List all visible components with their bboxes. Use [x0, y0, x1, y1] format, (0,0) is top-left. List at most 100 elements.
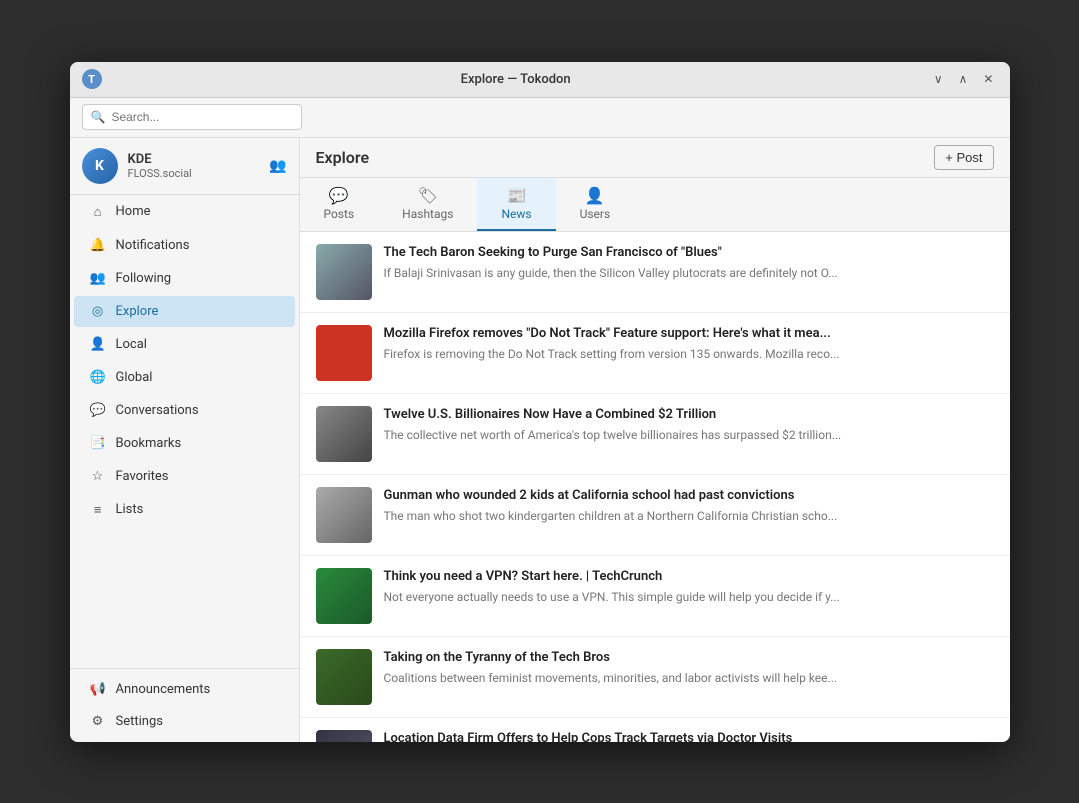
news-item[interactable]: Think you need a VPN? Start here. | Tech…: [300, 556, 1010, 637]
news-thumb: [316, 487, 372, 543]
news-title: Taking on the Tyranny of the Tech Bros: [384, 649, 994, 667]
toolbar: 🔍: [70, 98, 1010, 138]
tab-hashtags-label: Hashtags: [402, 207, 453, 221]
hashtags-tab-icon: 🏷: [418, 186, 438, 205]
search-input[interactable]: [111, 110, 292, 124]
news-text: Twelve U.S. Billionaires Now Have a Comb…: [384, 406, 994, 444]
news-item[interactable]: Gunman who wounded 2 kids at California …: [300, 475, 1010, 556]
nav-following-label: Following: [116, 271, 172, 286]
nav-following[interactable]: 👥 Following: [74, 263, 295, 294]
lists-icon: ≡: [90, 502, 106, 518]
search-box[interactable]: 🔍: [82, 104, 302, 130]
explore-icon: ◎: [90, 304, 106, 319]
news-text: Think you need a VPN? Start here. | Tech…: [384, 568, 994, 606]
app-window: T Explore — Tokodon ∨ ∧ ✕ 🔍 K KDE FLOSS.…: [70, 62, 1010, 742]
tab-users-label: Users: [580, 207, 611, 221]
news-thumb: [316, 325, 372, 381]
news-text: Taking on the Tyranny of the Tech Bros C…: [384, 649, 994, 687]
users-tab-icon: 👤: [585, 186, 605, 205]
following-icon: 👥: [90, 271, 106, 286]
nav-announcements[interactable]: 📢 Announcements: [74, 674, 295, 705]
news-summary: The collective net worth of America's to…: [384, 427, 964, 444]
sidebar-bottom: 📢 Announcements ⚙ Settings: [70, 668, 299, 742]
news-title: Mozilla Firefox removes "Do Not Track" F…: [384, 325, 994, 343]
news-title: Gunman who wounded 2 kids at California …: [384, 487, 994, 505]
nav-notifications[interactable]: 🔔 Notifications: [74, 230, 295, 261]
news-title: The Tech Baron Seeking to Purge San Fran…: [384, 244, 994, 262]
avatar: K: [82, 148, 118, 184]
tab-news[interactable]: 📰 News: [477, 178, 555, 231]
news-title: Location Data Firm Offers to Help Cops T…: [384, 730, 994, 742]
nav-favorites-label: Favorites: [116, 469, 169, 484]
news-item[interactable]: The Tech Baron Seeking to Purge San Fran…: [300, 232, 1010, 313]
search-icon: 🔍: [91, 110, 106, 124]
minimize-button[interactable]: ∨: [930, 70, 947, 88]
account-handle: FLOSS.social: [128, 167, 260, 180]
nav-home-label: Home: [116, 204, 151, 219]
news-list: The Tech Baron Seeking to Purge San Fran…: [300, 232, 1010, 742]
nav-explore-label: Explore: [116, 304, 159, 319]
news-item[interactable]: Taking on the Tyranny of the Tech Bros C…: [300, 637, 1010, 718]
tab-hashtags[interactable]: 🏷 Hashtags: [378, 178, 477, 231]
news-summary: Firefox is removing the Do Not Track set…: [384, 346, 964, 363]
tab-posts[interactable]: 💬 Posts: [300, 178, 379, 231]
account-info: KDE FLOSS.social: [128, 152, 260, 180]
news-summary: Coalitions between feminist movements, m…: [384, 670, 964, 687]
tabs-bar: 💬 Posts 🏷 Hashtags 📰 News 👤 Users: [300, 178, 1010, 232]
news-title: Twelve U.S. Billionaires Now Have a Comb…: [384, 406, 994, 424]
news-text: Location Data Firm Offers to Help Cops T…: [384, 730, 994, 742]
nav-bookmarks[interactable]: 📑 Bookmarks: [74, 428, 295, 459]
nav-settings-label: Settings: [116, 714, 163, 729]
sidebar-spacer: [70, 527, 299, 668]
news-item[interactable]: Twelve U.S. Billionaires Now Have a Comb…: [300, 394, 1010, 475]
home-icon: ⌂: [90, 204, 106, 220]
favorites-icon: ☆: [90, 469, 106, 484]
news-text: Gunman who wounded 2 kids at California …: [384, 487, 994, 525]
tab-posts-label: Posts: [324, 207, 355, 221]
nav-lists-label: Lists: [116, 502, 144, 517]
right-panel: Explore + Post 💬 Posts 🏷 Hashtags 📰 News: [300, 138, 1010, 742]
news-thumb: [316, 406, 372, 462]
notifications-icon: 🔔: [90, 238, 106, 253]
nav-conversations-label: Conversations: [116, 403, 199, 418]
nav-favorites[interactable]: ☆ Favorites: [74, 461, 295, 492]
news-text: Mozilla Firefox removes "Do Not Track" F…: [384, 325, 994, 363]
posts-tab-icon: 💬: [329, 186, 349, 205]
nav-local-label: Local: [116, 337, 147, 352]
news-summary: If Balaji Srinivasan is any guide, then …: [384, 265, 964, 282]
settings-icon: ⚙: [90, 714, 106, 729]
app-icon: T: [82, 69, 102, 89]
news-thumb: [316, 568, 372, 624]
news-text: The Tech Baron Seeking to Purge San Fran…: [384, 244, 994, 282]
nav-global-label: Global: [116, 370, 153, 385]
news-item[interactable]: Location Data Firm Offers to Help Cops T…: [300, 718, 1010, 742]
nav-announcements-label: Announcements: [116, 682, 211, 697]
nav-lists[interactable]: ≡ Lists: [74, 494, 295, 526]
main-content: K KDE FLOSS.social 👥 ⌂ Home 🔔 Notificati…: [70, 138, 1010, 742]
nav-conversations[interactable]: 💬 Conversations: [74, 395, 295, 426]
tab-news-label: News: [501, 207, 531, 221]
news-item[interactable]: Mozilla Firefox removes "Do Not Track" F…: [300, 313, 1010, 394]
nav-explore[interactable]: ◎ Explore: [74, 296, 295, 327]
news-summary: Not everyone actually needs to use a VPN…: [384, 589, 964, 606]
tab-users[interactable]: 👤 Users: [556, 178, 635, 231]
nav-settings[interactable]: ⚙ Settings: [74, 706, 295, 737]
nav-home[interactable]: ⌂ Home: [74, 196, 295, 228]
news-tab-icon: 📰: [507, 186, 527, 205]
titlebar: T Explore — Tokodon ∨ ∧ ✕: [70, 62, 1010, 98]
post-button[interactable]: + Post: [934, 145, 993, 170]
nav-local[interactable]: 👤 Local: [74, 329, 295, 360]
news-title: Think you need a VPN? Start here. | Tech…: [384, 568, 994, 586]
account-section: K KDE FLOSS.social 👥: [70, 138, 299, 195]
conversations-icon: 💬: [90, 403, 106, 418]
close-button[interactable]: ✕: [979, 70, 997, 88]
announcements-icon: 📢: [90, 682, 106, 697]
window-title: Explore — Tokodon: [461, 72, 571, 87]
bookmarks-icon: 📑: [90, 436, 106, 451]
account-action-icon[interactable]: 👥: [269, 158, 286, 174]
nav-global[interactable]: 🌐 Global: [74, 362, 295, 393]
panel-header: Explore + Post: [300, 138, 1010, 178]
nav-notifications-label: Notifications: [116, 238, 190, 253]
sidebar: K KDE FLOSS.social 👥 ⌂ Home 🔔 Notificati…: [70, 138, 300, 742]
maximize-button[interactable]: ∧: [955, 70, 972, 88]
